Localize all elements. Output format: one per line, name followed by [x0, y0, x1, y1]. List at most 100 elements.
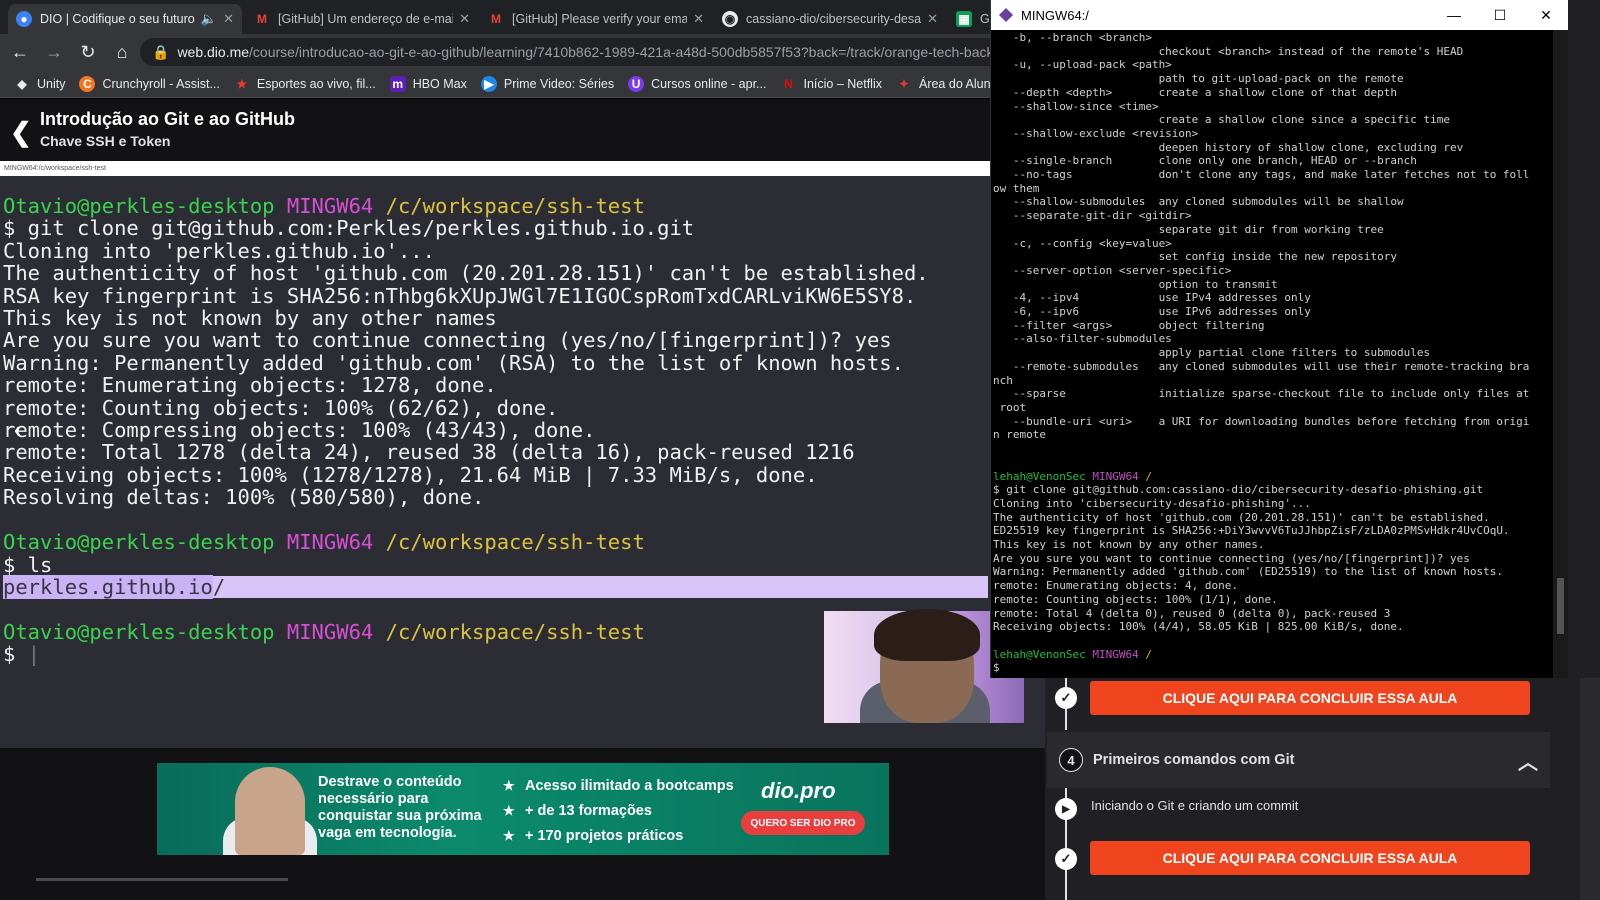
terminal-output: -b, --branch <branch> checkout <branch> … — [993, 31, 1553, 675]
ls-output: perkles.github.io — [3, 574, 213, 599]
help-line: ow them — [993, 181, 1040, 195]
maximize-icon[interactable]: ☐ — [1477, 0, 1523, 30]
back-arrow-icon[interactable]: ← — [6, 42, 34, 63]
clone-line: Receiving objects: 100% (4/4), 58.05 KiB… — [993, 620, 1404, 634]
prompt-user: lehah@VenonSec — [993, 469, 1086, 483]
address-path: /course/introducao-ao-git-e-ao-github/le… — [249, 44, 1002, 60]
forward-arrow-icon[interactable]: → — [40, 42, 68, 63]
reload-icon[interactable]: ↻ — [74, 42, 102, 63]
tab-title: [GitHub] Please verify your email — [512, 12, 688, 26]
mingw64-terminal-window[interactable]: MINGW64:/ — ☐ ✕ -b, --branch <branch> ch… — [990, 0, 1569, 678]
help-line: --shallow-since <time> — [993, 99, 1159, 113]
terminal-line: Receiving objects: 100% (1278/1278), 21.… — [3, 462, 818, 487]
video-progress-bar[interactable] — [36, 878, 288, 881]
clone-line: This key is not known by any other names… — [993, 538, 1265, 552]
video-player[interactable]: MINGW64:/c/workspace/ssh-test Otavio@per… — [0, 161, 1045, 748]
gmail-icon: M — [257, 12, 267, 26]
bookmark-unity[interactable]: ◆ Unity — [14, 76, 65, 92]
bookmark-crunchyroll[interactable]: C Crunchyroll - Assist... — [79, 75, 220, 92]
dio-icon: ● — [16, 11, 32, 27]
terminal-line: Are you sure you want to continue connec… — [3, 328, 892, 353]
help-line: -4, --ipv4 use IPv4 addresses only — [993, 291, 1311, 305]
complete-lesson-button[interactable]: CLIQUE AQUI PARA CONCLUIR ESSA AULA — [1090, 841, 1530, 875]
module-header[interactable]: 4 Primeiros comandos com Git ︿ — [1047, 732, 1550, 788]
close-icon[interactable]: ✕ — [1523, 0, 1569, 30]
close-tab-icon[interactable]: ✕ — [459, 11, 470, 27]
clone-line: Warning: Permanently added 'github.com' … — [993, 565, 1503, 579]
help-line: apply partial clone filters to submodule… — [993, 346, 1431, 360]
dio-pro-cta-button[interactable]: QUERO SER DIO PRO — [741, 811, 865, 835]
help-line: --filter <args> object filtering — [993, 318, 1265, 332]
video-terminal: Otavio@perkles-desktop MINGW64 /c/worksp… — [3, 195, 1003, 666]
bookmark-label: Início – Netflix — [803, 76, 882, 91]
bullet-text: + 170 projetos práticos — [525, 827, 684, 844]
terminal-window-title: MINGW64:/ — [1021, 7, 1089, 23]
close-tab-icon[interactable]: ✕ — [223, 11, 234, 27]
bookmark-label: HBO Max — [412, 76, 467, 91]
home-icon[interactable]: ⌂ — [108, 42, 136, 63]
bookmark-cursos[interactable]: U Cursos online - apr... — [628, 75, 767, 92]
close-tab-icon[interactable]: ✕ — [927, 11, 938, 27]
tab-gmail-2[interactable]: M [GitHub] Please verify your email ✕ — [480, 4, 712, 34]
speaker-icon[interactable]: 🔈 — [201, 11, 217, 27]
banner-bullet: ★ Acesso ilimitado a bootcamps — [503, 773, 734, 798]
help-line: --depth <depth> create a shallow clone o… — [993, 85, 1397, 99]
play-circle-icon: ▶ — [1055, 798, 1077, 820]
back-chevron-icon[interactable]: ❮ — [10, 117, 32, 148]
help-line: root — [993, 400, 1027, 414]
prompt-env: MINGW64 — [286, 194, 374, 218]
crunchyroll-icon: C — [79, 75, 96, 92]
star-icon: ★ — [503, 802, 515, 818]
close-tab-icon[interactable]: ✕ — [693, 11, 704, 27]
chevron-up-icon[interactable]: ︿ — [1518, 746, 1538, 775]
lesson-item[interactable]: Iniciando o Git e criando um commit — [1091, 798, 1298, 813]
dio-pro-banner[interactable]: Destrave o conteúdo necessário para conq… — [157, 763, 889, 855]
terminal-line: This key is not known by any other names — [3, 306, 497, 331]
tab-github[interactable]: ◉ cassiano-dio/cibersecurity-desafi ✕ — [714, 4, 946, 34]
prompt-env: MINGW64 — [286, 619, 374, 644]
terminal-scrollbar-thumb[interactable] — [1557, 578, 1564, 634]
bullet-text: + de 13 formações — [525, 802, 652, 819]
help-line: --shallow-exclude <revision> — [993, 126, 1199, 140]
bookmark-hbo[interactable]: m HBO Max — [389, 75, 467, 92]
terminal-scrollbar[interactable] — [1553, 30, 1568, 678]
netflix-icon: N — [784, 76, 793, 91]
lock-icon: 🔒 — [152, 43, 170, 60]
terminal-line: Warning: Permanently added 'github.com' … — [3, 350, 904, 375]
prompt-cwd: / — [1145, 647, 1152, 661]
address-host: web.dio.me — [177, 44, 250, 60]
clone-line: remote: Total 4 (delta 0), reused 0 (del… — [993, 606, 1391, 620]
help-line: path to git-upload-pack on the remote — [993, 72, 1404, 86]
prompt-env: MINGW64 — [1092, 647, 1139, 661]
bookmark-label: Prime Video: Séries — [503, 76, 615, 91]
sidebar-scrollbar[interactable] — [1580, 678, 1600, 900]
complete-lesson-button[interactable]: CLIQUE AQUI PARA CONCLUIR ESSA AULA — [1090, 681, 1530, 715]
bookmark-netflix[interactable]: N Início – Netflix — [780, 76, 882, 92]
terminal-prompt: $ — [3, 642, 28, 667]
clone-line: Cloning into 'cibersecurity-desafio-phis… — [993, 496, 1311, 510]
address-bar[interactable]: 🔒 web.dio.me/course/introducao-ao-git-e-… — [140, 38, 1010, 66]
check-icon: ✓ — [1055, 687, 1077, 709]
lesson-title: Chave SSH e Token — [40, 133, 171, 149]
terminal-line: remote: Enumerating objects: 1278, done. — [3, 373, 497, 398]
terminal-line: Cloning into 'perkles.github.io'... — [3, 238, 435, 263]
play-icon: ▶ — [480, 75, 497, 92]
browser-tab-strip: ● DIO | Codifique o seu futuro 🔈 ✕ M [Gi… — [0, 0, 1010, 34]
help-line: -u, --upload-pack <path> — [993, 58, 1172, 72]
bookmark-prime[interactable]: ▶ Prime Video: Séries — [480, 75, 615, 92]
unity-icon: ◆ — [17, 76, 27, 91]
module-title: Primeiros comandos com Git — [1093, 752, 1295, 768]
tab-dio[interactable]: ● DIO | Codifique o seu futuro 🔈 ✕ — [8, 4, 242, 34]
tab-gmail-1[interactable]: M [GitHub] Um endereço de e-mail ✕ — [246, 4, 478, 34]
banner-bullets: ★ Acesso ilimitado a bootcamps ★ + de 13 f… — [503, 773, 734, 848]
clone-line: remote: Enumerating objects: 4, done. — [993, 579, 1239, 593]
prompt-env: MINGW64 — [1092, 469, 1139, 483]
bookmark-label: Crunchyroll - Assist... — [102, 76, 220, 91]
clone-line: The authenticity of host 'github.com (20… — [993, 510, 1490, 524]
terminal-line: remote: Total 1278 (delta 24), reused 38… — [3, 440, 855, 465]
bookmark-esportes[interactable]: ★ Esportes ao vivo, fil... — [234, 76, 375, 92]
minimize-icon[interactable]: — — [1431, 0, 1477, 30]
video-prev-chevron-icon[interactable]: ‹ — [14, 417, 21, 443]
bookmark-label: Cursos online - apr... — [651, 76, 767, 91]
help-line: option to transmit — [993, 277, 1278, 291]
